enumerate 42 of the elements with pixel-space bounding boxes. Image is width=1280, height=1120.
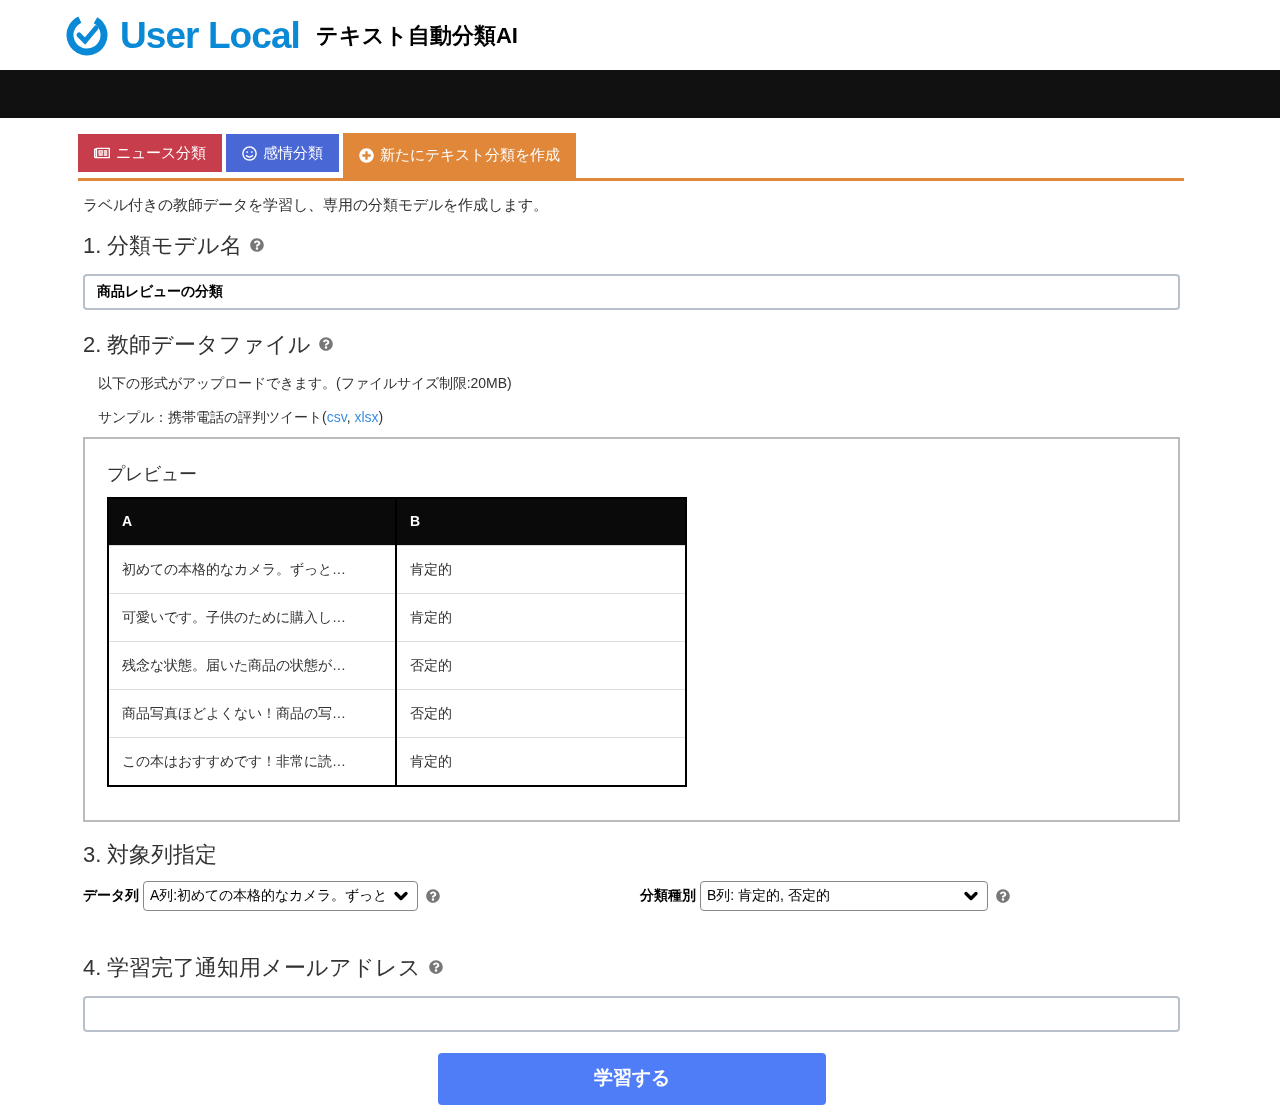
newspaper-icon — [94, 145, 110, 161]
field-label: データ列 — [83, 886, 139, 905]
class-column-select[interactable]: B列: 肯定的, 否定的 — [700, 880, 988, 911]
sample-link[interactable]: csv — [326, 408, 347, 425]
logo-text: User Local — [120, 16, 300, 54]
help-icon[interactable] — [250, 238, 265, 252]
section-title: 4. 学習完了通知用メールアドレス — [83, 953, 422, 982]
table-cell: 肯定的 — [396, 593, 686, 642]
table-cell: 初めての本格的なカメラ。ずっと… — [108, 545, 396, 594]
table-cell: この本はおすすめです！非常に読… — [108, 737, 396, 786]
table-cell: 商品写真ほどよくない！商品の写… — [108, 689, 396, 738]
category-tab[interactable]: 感情分類 — [226, 134, 339, 172]
data-column-select[interactable]: A列:初めての本格的なカメラ。ずっと — [143, 880, 419, 911]
smile-icon — [242, 145, 257, 161]
help-icon[interactable] — [996, 888, 1010, 903]
category-tab[interactable]: 新たにテキスト分類を作成 — [343, 133, 576, 178]
preview-title: プレビュー — [107, 462, 198, 486]
model-name-field[interactable]: 商品レビューの分類 — [83, 273, 1180, 310]
table-cell: 肯定的 — [396, 545, 686, 594]
help-icon[interactable] — [426, 888, 441, 903]
section-title: 2. 教師データファイル — [83, 330, 312, 359]
train-button[interactable]: 学習する — [437, 1052, 826, 1105]
product-title: テキスト自動分類AI — [315, 21, 518, 50]
category-tab[interactable]: ニュース分類 — [78, 134, 222, 172]
upload-note: 以下の形式がアップロードできます。(ファイルサイズ制限:20MB) — [97, 373, 513, 393]
section-title: 3. 対象列指定 — [83, 840, 219, 869]
table-cell: 肯定的 — [396, 737, 686, 786]
sample-link[interactable]: xlsx — [354, 408, 379, 425]
help-icon[interactable] — [319, 337, 334, 351]
logo-icon — [66, 14, 108, 56]
field-label: 分類種別 — [640, 886, 696, 905]
help-icon[interactable] — [429, 960, 444, 974]
section-title: 1. 分類モデル名 — [83, 231, 243, 260]
table-cell: 可愛いです。子供のために購入し… — [108, 593, 396, 642]
table-cell: 否定的 — [396, 689, 686, 738]
table-cell: 残念な状態。届いた商品の状態が… — [108, 641, 396, 690]
column-header: B — [396, 497, 686, 546]
column-header: A — [108, 497, 396, 546]
sample-text: サンプル：携帯電話の評判ツイート(csv, xlsx) — [97, 407, 385, 427]
intro-text: ラベル付きの教師データを学習し、専用の分類モデルを作成します。 — [83, 195, 549, 215]
table-cell: 否定的 — [396, 641, 686, 690]
email-field[interactable] — [83, 995, 1180, 1032]
